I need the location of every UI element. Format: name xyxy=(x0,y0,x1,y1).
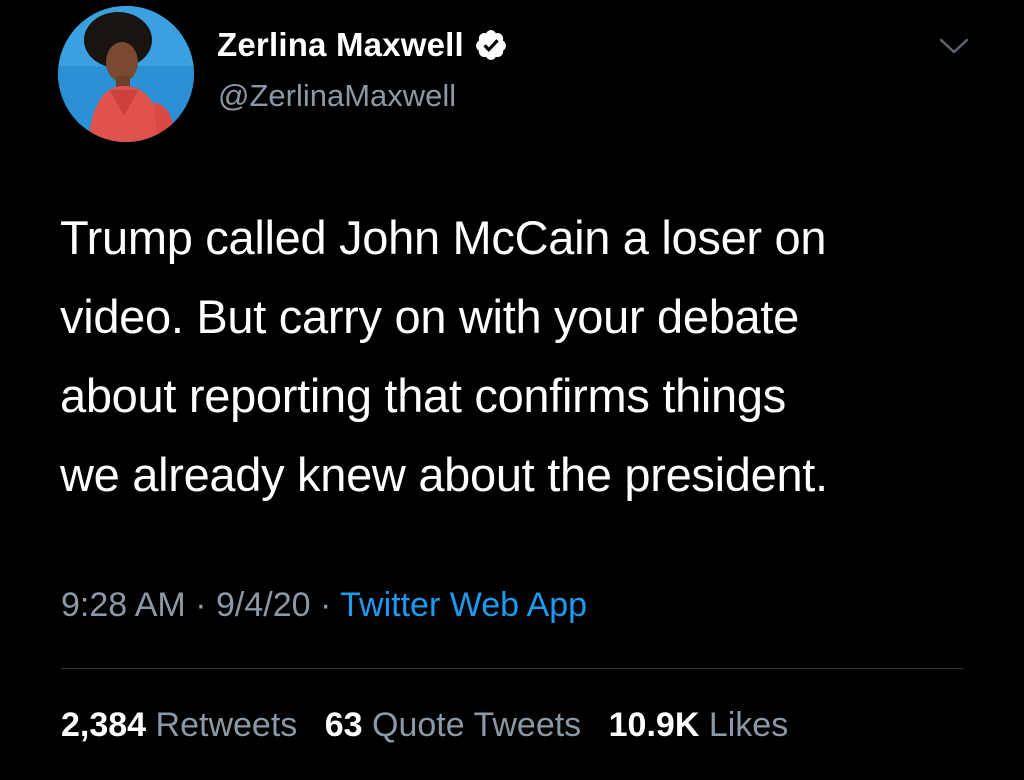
likes-stat[interactable]: 10.9K Likes xyxy=(609,706,789,744)
author-name-row: Zerlina Maxwell xyxy=(217,26,508,64)
chevron-down-icon[interactable] xyxy=(937,34,971,58)
likes-count: 10.9K xyxy=(608,706,700,744)
tweet-meta: 9:28 AM · 9/4/20 · Twitter Web App xyxy=(61,586,587,625)
retweets-stat[interactable]: 2,384 Retweets xyxy=(61,706,297,744)
retweets-label: Retweets xyxy=(155,706,298,744)
quote-tweets-stat[interactable]: 63 Quote Tweets xyxy=(325,706,581,744)
author-handle[interactable]: @ZerlinaMaxwell xyxy=(218,78,456,114)
meta-separator: · xyxy=(195,586,207,624)
tweet-time[interactable]: 9:28 AM xyxy=(61,586,186,624)
tweet-text: Trump called John McCain a loser on vide… xyxy=(60,198,980,514)
tweet-text-line: about reporting that confirms things xyxy=(60,369,786,422)
tweet-stats: 2,384 Retweets 63 Quote Tweets 10.9K Lik… xyxy=(61,706,806,745)
tweet-text-line: video. But carry on with your debate xyxy=(60,290,799,343)
tweet-card: Zerlina Maxwell @ZerlinaMaxwell Trump ca… xyxy=(0,0,1024,780)
tweet-text-line: we already knew about the president. xyxy=(60,448,828,501)
verified-badge-icon xyxy=(476,30,506,60)
tweet-source-link[interactable]: Twitter Web App xyxy=(340,586,587,624)
divider xyxy=(61,668,964,669)
likes-label: Likes xyxy=(708,706,789,744)
meta-separator: · xyxy=(319,586,332,624)
avatar[interactable] xyxy=(58,6,194,142)
retweets-count: 2,384 xyxy=(61,706,147,744)
author-display-name[interactable]: Zerlina Maxwell xyxy=(217,26,464,64)
tweet-text-line: Trump called John McCain a loser on xyxy=(60,211,827,264)
tweet-date[interactable]: 9/4/20 xyxy=(216,586,311,624)
quote-tweets-label: Quote Tweets xyxy=(372,706,582,744)
avatar-photo-icon xyxy=(58,6,194,142)
quote-tweets-count: 63 xyxy=(324,706,363,744)
